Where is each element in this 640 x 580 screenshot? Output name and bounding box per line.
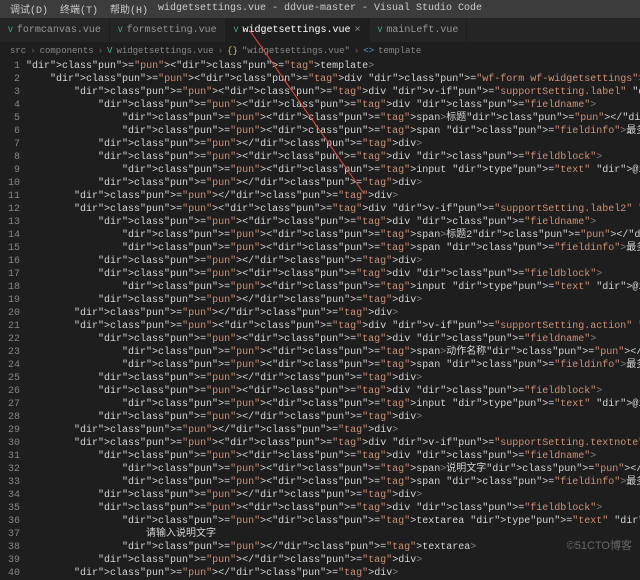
tab-label: formcanvas.vue [17,25,101,36]
vue-icon: V [234,26,239,35]
code-content[interactable]: "dir">class"pun">="pun"><"dir">class"pun… [26,60,640,580]
bc-item[interactable]: src [8,46,28,56]
menu-terminal[interactable]: 终端(T) [54,1,104,17]
bc-item[interactable]: components [38,46,96,56]
tab-formsetting[interactable]: Vformsetting.vue [110,18,226,42]
tab-label: widgetsettings.vue [242,25,350,36]
bc-item[interactable]: "widgetsettings.vue" [240,46,352,56]
tab-mainleft[interactable]: VmainLeft.vue [370,18,468,42]
bc-item[interactable]: widgetsettings.vue [114,46,215,56]
vue-icon: V [8,26,13,35]
chevron-right-icon: › [216,46,225,56]
chevron-right-icon: › [28,46,37,56]
breadcrumb[interactable]: src› components› Vwidgetsettings.vue› {}… [0,42,640,60]
menu-bar[interactable]: 调试(D) 终端(T) 帮助(H) [0,0,640,18]
tab-widgetsettings[interactable]: Vwidgetsettings.vue × [226,18,370,42]
tab-label: mainLeft.vue [386,25,458,36]
tab-formcanvas[interactable]: Vformcanvas.vue [0,18,110,42]
tag-icon: <> [361,46,376,56]
menu-debug[interactable]: 调试(D) [4,1,54,17]
tab-label: formsetting.vue [127,25,217,36]
vue-icon: V [118,26,123,35]
close-icon[interactable]: × [355,25,361,36]
chevron-right-icon: › [352,46,361,56]
line-gutter: 1234567891011121314151617181920212223242… [0,60,26,580]
code-editor[interactable]: 1234567891011121314151617181920212223242… [0,60,640,580]
watermark: ©51CTO博客 [567,537,632,553]
menu-help[interactable]: 帮助(H) [104,1,154,17]
chevron-right-icon: › [96,46,105,56]
vue-icon: V [378,26,383,35]
vue-icon: V [105,46,114,56]
bc-item[interactable]: template [376,46,423,56]
editor-tabs: Vformcanvas.vue Vformsetting.vue Vwidget… [0,18,640,42]
